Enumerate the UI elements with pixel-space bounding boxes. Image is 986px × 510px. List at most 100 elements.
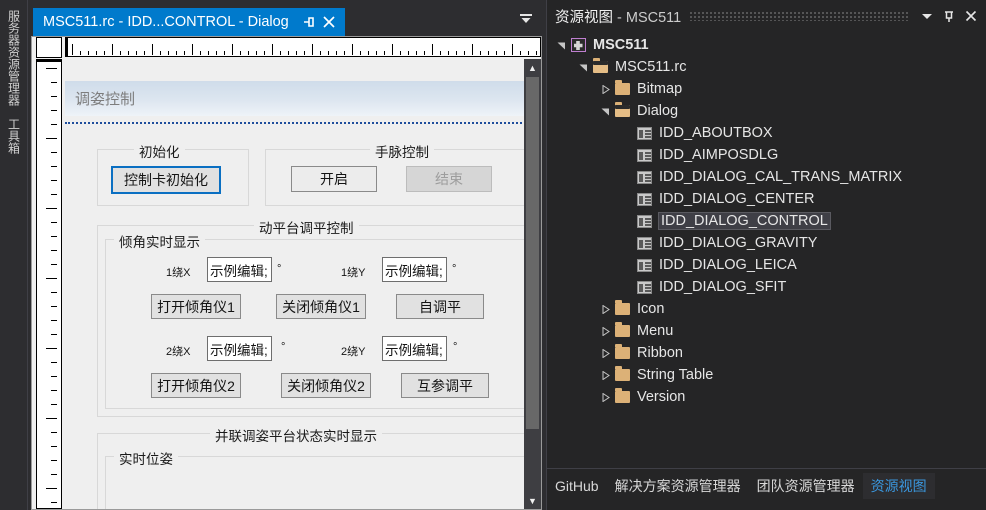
groupbox-status[interactable]: 并联调姿平台状态实时显示 实时位姿 (97, 425, 537, 509)
chevron-down-icon[interactable] (553, 37, 569, 53)
panel-tab-3[interactable]: 资源视图 (862, 473, 935, 499)
mutual-level-button[interactable]: 互参调平 (401, 373, 489, 398)
ruler-tick (288, 51, 289, 55)
ruler-tick (272, 44, 273, 55)
folder-icon (613, 322, 631, 339)
close-icon[interactable] (960, 5, 982, 27)
tilt1-x-edit[interactable]: 示例编辑; (207, 257, 272, 282)
ruler-tick (360, 51, 361, 55)
close-icon[interactable] (320, 13, 338, 31)
tilt2-y-edit[interactable]: 示例编辑; (382, 336, 447, 361)
tilt2-x-label: 2绕X (166, 346, 191, 358)
tree-node[interactable]: IDD_DIALOG_CAL_TRANS_MATRIX (547, 166, 986, 188)
ruler-tick (128, 51, 129, 55)
ruler-tick (80, 51, 81, 55)
tilt1-y-label: 1绕Y (341, 267, 366, 279)
scroll-up-arrow-icon[interactable]: ▲ (524, 59, 541, 76)
tilt1-y-edit[interactable]: 示例编辑; (382, 257, 447, 282)
tree-node[interactable]: IDD_AIMPOSDLG (547, 144, 986, 166)
chevron-right-icon[interactable] (597, 81, 613, 97)
ruler-tick (312, 44, 313, 55)
close-inclinometer-2-button[interactable]: 关闭倾角仪2 (281, 373, 371, 398)
tree-node[interactable]: IDD_DIALOG_CONTROL (547, 210, 986, 232)
pin-icon[interactable] (938, 5, 960, 27)
panel-tab-0[interactable]: GitHub (547, 473, 607, 499)
tree-node[interactable]: Menu (547, 320, 986, 342)
tree-node[interactable]: IDD_DIALOG_GRAVITY (547, 232, 986, 254)
groupbox-realtime-pose[interactable]: 实时位姿 (105, 448, 530, 509)
pulse-stop-button[interactable]: 结束 (406, 166, 492, 192)
close-inclinometer-1-button[interactable]: 关闭倾角仪1 (276, 294, 366, 319)
sidebar-item-server-explorer[interactable]: 服务器资源管理器 (5, 4, 23, 112)
tree-node-label: MSC511.rc (615, 59, 687, 75)
ruler-tick (51, 432, 57, 433)
pulse-start-button[interactable]: 开启 (291, 166, 377, 192)
ruler-tick (264, 51, 265, 55)
ruler-tick (328, 51, 329, 55)
chevron-right-icon[interactable] (597, 323, 613, 339)
chevron-right-icon[interactable] (597, 345, 613, 361)
tree-node[interactable]: Bitmap (547, 78, 986, 100)
chevron-right-icon[interactable] (597, 389, 613, 405)
groupbox-tilt-display[interactable]: 倾角实时显示 1绕X 示例编辑; ° 1绕Y 示例编辑; ° 打开倾角仪1 关闭… (105, 231, 530, 409)
panel-tab-2[interactable]: 团队资源管理器 (749, 473, 863, 499)
tree-node[interactable]: MSC511 (547, 34, 986, 56)
dialog-canvas[interactable]: 调姿控制 初始化 控制卡初始化 手脉控制 开启 结束 动平台调平控制 倾角实时显… (65, 59, 541, 509)
tree-node[interactable]: Icon (547, 298, 986, 320)
project-icon (569, 37, 587, 53)
scrollbar-thumb[interactable] (526, 77, 539, 429)
tree-node[interactable]: IDD_DIALOG_SFIT (547, 276, 986, 298)
ruler-tick (416, 51, 417, 55)
chevron-down-icon[interactable] (916, 5, 938, 27)
tree-node[interactable]: IDD_DIALOG_LEICA (547, 254, 986, 276)
scroll-down-arrow-icon[interactable]: ▼ (524, 492, 541, 509)
chevron-down-icon[interactable] (597, 103, 613, 119)
ruler-tick (240, 51, 241, 55)
auto-level-button[interactable]: 自调平 (396, 294, 484, 319)
open-inclinometer-1-button[interactable]: 打开倾角仪1 (151, 294, 241, 319)
dialog-resource-icon (635, 125, 653, 141)
ruler-tick (51, 376, 57, 377)
tilt2-x-edit[interactable]: 示例编辑; (207, 336, 272, 361)
tree-node-label: IDD_DIALOG_SFIT (659, 279, 787, 295)
editor-vertical-scrollbar[interactable]: ▲ ▼ (524, 59, 541, 509)
sidebar-item-toolbox[interactable]: 工具箱 (5, 112, 23, 160)
ruler-tick (51, 404, 57, 405)
ruler-tick (216, 51, 217, 55)
ruler-tick (51, 334, 57, 335)
tree-node-label: IDD_AIMPOSDLG (659, 147, 779, 163)
tree-node-label: IDD_ABOUTBOX (659, 125, 773, 141)
tree-node[interactable]: Version (547, 386, 986, 408)
groupbox-status-label: 并联调姿平台状态实时显示 (210, 425, 382, 445)
tab-overflow-icon[interactable] (516, 8, 536, 30)
ruler-tick (336, 51, 337, 55)
pin-icon[interactable] (300, 13, 318, 31)
ruler-tick (51, 446, 57, 447)
control-card-init-button[interactable]: 控制卡初始化 (111, 166, 221, 194)
groupbox-init[interactable]: 初始化 控制卡初始化 (97, 141, 249, 206)
tree-node[interactable]: MSC511.rc (547, 56, 986, 78)
vs-main-window: 服务器资源管理器 工具箱 MSC511.rc - IDD...CONTROL -… (0, 0, 986, 510)
resource-tree[interactable]: MSC511 MSC511.rc Bitmap Dialog IDD_ABOUTBOX I… (547, 32, 986, 468)
ruler-tick (96, 51, 97, 55)
tree-node[interactable]: Ribbon (547, 342, 986, 364)
chevron-right-icon[interactable] (597, 301, 613, 317)
groupbox-pulse[interactable]: 手脉控制 开启 结束 (265, 141, 537, 206)
tree-node[interactable]: String Table (547, 364, 986, 386)
open-inclinometer-2-button[interactable]: 打开倾角仪2 (151, 373, 241, 398)
chevron-down-icon[interactable] (575, 59, 591, 75)
ruler-tick (472, 44, 473, 55)
tree-node[interactable]: IDD_ABOUTBOX (547, 122, 986, 144)
tab-msc511-rc-dialog[interactable]: MSC511.rc - IDD...CONTROL - Dialog (33, 8, 345, 36)
ruler-tick (456, 51, 457, 55)
panel-tab-1[interactable]: 解决方案资源管理器 (607, 473, 749, 499)
tree-node[interactable]: Dialog (547, 100, 986, 122)
dialog-client-area[interactable]: 初始化 控制卡初始化 手脉控制 开启 结束 动平台调平控制 倾角实时显示 1绕X… (65, 125, 541, 509)
panel-drag-grip[interactable] (689, 11, 908, 21)
dialog-caption-bar[interactable]: 调姿控制 (65, 81, 541, 116)
tree-node[interactable]: IDD_DIALOG_CENTER (547, 188, 986, 210)
chevron-right-icon[interactable] (597, 367, 613, 383)
groupbox-platform[interactable]: 动平台调平控制 倾角实时显示 1绕X 示例编辑; ° 1绕Y 示例编辑; ° 打… (97, 217, 537, 417)
ruler-tick (46, 208, 57, 209)
ruler-tick (51, 390, 57, 391)
